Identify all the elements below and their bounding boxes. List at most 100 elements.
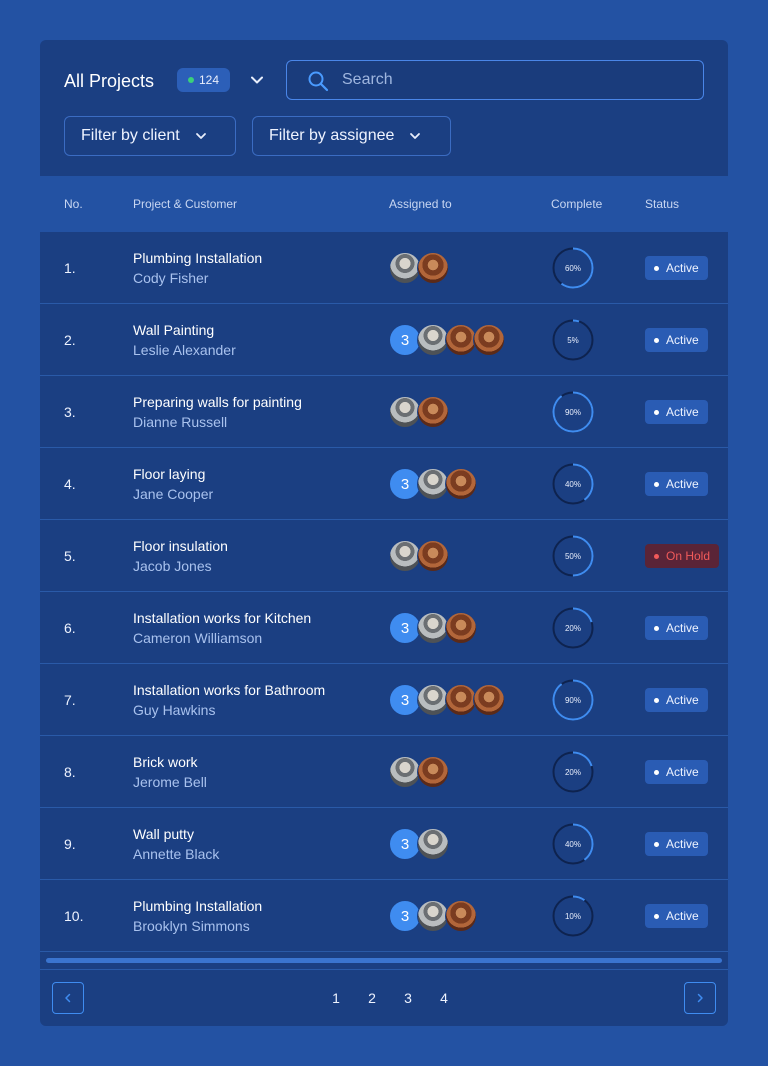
customer-name: Jacob Jones — [133, 558, 212, 574]
chevron-down-icon[interactable] — [248, 71, 266, 89]
next-page-button[interactable] — [684, 982, 716, 1014]
completion-percent: 90% — [565, 408, 581, 417]
assignees[interactable]: 3 — [389, 468, 477, 500]
project-count: 124 — [198, 73, 220, 87]
project-name[interactable]: Preparing walls for painting — [133, 392, 363, 412]
status-dot-icon — [654, 697, 659, 703]
customer-name: Guy Hawkins — [133, 702, 216, 718]
assignees[interactable]: 3 — [389, 324, 505, 356]
status-label: Active — [666, 621, 699, 635]
table-row[interactable]: 6. Installation works for Kitchen Cameron … — [40, 592, 728, 664]
toolbar: All Projects 124 Filter by client Filter… — [40, 40, 728, 176]
chevron-down-icon — [410, 133, 421, 139]
row-number: 7. — [64, 692, 76, 708]
status-label: Active — [666, 693, 699, 707]
project-name[interactable]: Wall Painting — [133, 320, 363, 340]
filter-by-client-dropdown[interactable]: Filter by client — [64, 116, 236, 156]
row-number: 9. — [64, 836, 76, 852]
completion-percent: 60% — [565, 264, 581, 273]
project-name[interactable]: Plumbing Installation — [133, 896, 363, 916]
completion-ring: 90% — [552, 679, 594, 721]
table-row[interactable]: 10. Plumbing Installation Brooklyn Simmons… — [40, 880, 728, 952]
search-input[interactable] — [342, 61, 682, 99]
project-name[interactable]: Floor laying — [133, 464, 363, 484]
table-row[interactable]: 9. Wall putty Annette Black 3 40% Active — [40, 808, 728, 880]
assignees[interactable]: 3 — [389, 612, 477, 644]
avatar — [445, 612, 477, 644]
project-name[interactable]: Brick work — [133, 752, 363, 772]
completion-ring: 20% — [552, 607, 594, 649]
table-row[interactable]: 8. Brick work Jerome Bell 20% Active — [40, 736, 728, 808]
row-number: 4. — [64, 476, 76, 492]
status-dot-icon — [654, 553, 659, 559]
chevron-down-icon — [195, 133, 206, 139]
avatar — [417, 828, 449, 860]
page-link[interactable]: 1 — [318, 990, 354, 1006]
customer-name: Cameron Williamson — [133, 630, 263, 646]
assignees[interactable] — [389, 396, 449, 428]
projects-card: All Projects 124 Filter by client Filter… — [40, 40, 728, 1026]
project-name[interactable]: Installation works for Kitchen — [133, 608, 363, 628]
completion-ring: 20% — [552, 751, 594, 793]
status-label: Active — [666, 477, 699, 491]
page-link[interactable]: 3 — [390, 990, 426, 1006]
page-link[interactable]: 2 — [354, 990, 390, 1006]
project-cell: Wall putty Annette Black — [133, 808, 363, 880]
assignees[interactable] — [389, 540, 449, 572]
search-icon — [308, 71, 329, 92]
previous-page-button[interactable] — [52, 982, 84, 1014]
project-name[interactable]: Installation works for Bathroom — [133, 680, 363, 700]
completion-percent: 5% — [567, 336, 579, 345]
project-cell: Wall Painting Leslie Alexander — [133, 304, 363, 376]
table-row[interactable]: 1. Plumbing Installation Cody Fisher 60% Act… — [40, 232, 728, 304]
page-link[interactable]: 4 — [426, 990, 462, 1006]
project-name[interactable]: Floor insulation — [133, 536, 363, 556]
chevron-right-icon — [697, 993, 703, 1003]
table-header: No. Project & Customer Assigned to Compl… — [40, 176, 728, 232]
customer-name: Jerome Bell — [133, 774, 207, 790]
horizontal-scrollbar[interactable] — [46, 958, 722, 963]
avatar — [445, 900, 477, 932]
online-dot-icon — [187, 77, 194, 83]
filter-assignee-label: Filter by assignee — [269, 127, 395, 144]
avatar — [473, 684, 505, 716]
completion-ring: 5% — [552, 319, 594, 361]
project-name[interactable]: Wall putty — [133, 824, 363, 844]
filter-client-label: Filter by client — [81, 127, 180, 144]
status-dot-icon — [654, 409, 659, 415]
footer-divider — [40, 969, 728, 970]
project-cell: Installation works for Bathroom Guy Hawki… — [133, 664, 363, 736]
completion-ring: 60% — [552, 247, 594, 289]
table-row[interactable]: 3. Preparing walls for painting Dianne Rus… — [40, 376, 728, 448]
completion-percent: 90% — [565, 696, 581, 705]
column-header-status: Status — [645, 197, 680, 211]
page-title: All Projects — [64, 71, 155, 91]
table-row[interactable]: 4. Floor laying Jane Cooper 3 40% Active — [40, 448, 728, 520]
assignees[interactable] — [389, 756, 449, 788]
search-box[interactable] — [286, 60, 704, 100]
row-number: 5. — [64, 548, 76, 564]
table-row[interactable]: 5. Floor insulation Jacob Jones 50% On Hold — [40, 520, 728, 592]
avatar — [417, 252, 449, 284]
row-number: 1. — [64, 260, 76, 276]
status-badge: Active — [645, 832, 708, 856]
project-name[interactable]: Plumbing Installation — [133, 248, 363, 268]
table-row[interactable]: 7. Installation works for Bathroom Guy Haw… — [40, 664, 728, 736]
filter-by-assignee-dropdown[interactable]: Filter by assignee — [252, 116, 451, 156]
completion-percent: 20% — [565, 624, 581, 633]
status-badge: On Hold — [645, 544, 720, 568]
project-cell: Installation works for Kitchen Cameron Wi… — [133, 592, 363, 664]
assignees[interactable]: 3 — [389, 900, 477, 932]
table-row[interactable]: 2. Wall Painting Leslie Alexander 3 5% Active — [40, 304, 728, 376]
assignees[interactable]: 3 — [389, 684, 505, 716]
assignees[interactable] — [389, 252, 449, 284]
status-badge: Active — [645, 760, 708, 784]
project-cell: Preparing walls for painting Dianne Russe… — [133, 376, 363, 448]
row-number: 3. — [64, 404, 76, 420]
assignees[interactable]: 3 — [389, 828, 449, 860]
project-cell: Plumbing Installation Brooklyn Simmons — [133, 880, 363, 952]
status-dot-icon — [654, 265, 659, 271]
completion-percent: 20% — [565, 768, 581, 777]
row-number: 6. — [64, 620, 76, 636]
chevron-left-icon — [65, 993, 71, 1003]
